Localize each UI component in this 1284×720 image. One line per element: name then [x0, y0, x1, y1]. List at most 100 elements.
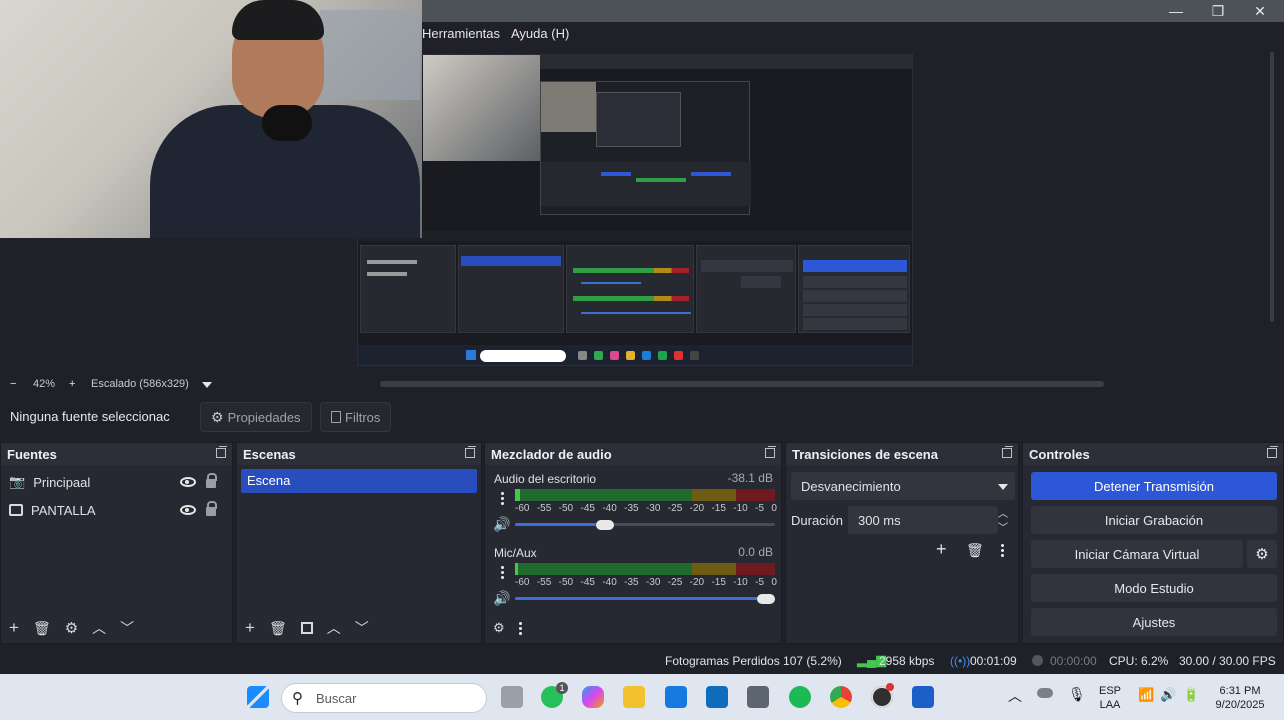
preview-scenes-panel [458, 245, 564, 333]
filters-button[interactable]: Filtros [320, 402, 392, 432]
task-view-icon[interactable] [501, 686, 523, 708]
bitrate: 2958 kbps [879, 654, 935, 668]
tick-label: -15 [711, 503, 726, 514]
chrome-icon[interactable] [830, 686, 852, 708]
undock-icon[interactable] [765, 446, 776, 458]
virtual-camera-settings-gear-icon[interactable]: ⚙ [1247, 540, 1277, 568]
undock-icon[interactable] [1002, 446, 1013, 458]
outlook-icon[interactable] [706, 686, 728, 708]
undock-icon[interactable] [465, 446, 476, 458]
onedrive-icon[interactable] [1037, 688, 1053, 698]
minimize-button[interactable]: — [1154, 0, 1198, 22]
add-icon[interactable]: + [9, 618, 19, 638]
filter-icon[interactable] [300, 622, 313, 634]
channel-menu-icon[interactable] [501, 565, 504, 579]
add-transition-icon[interactable]: + [936, 539, 947, 560]
scaling-dropdown-icon[interactable] [202, 382, 212, 388]
taskbar-search[interactable]: ⚲ Buscar [281, 683, 487, 713]
chevron-up-icon[interactable]: ︿ [1008, 686, 1022, 706]
duration-input[interactable]: 300 ms [848, 506, 998, 534]
chevron-down-icon[interactable]: ﹀ [355, 618, 369, 638]
tick-label: -5 [755, 577, 765, 588]
transition-select[interactable]: Desvanecimiento [791, 472, 1015, 500]
zoom-out-button[interactable]: − [10, 378, 16, 390]
mixer-menu-icon[interactable] [518, 621, 522, 635]
chevron-up-icon[interactable]: ︿ [327, 618, 341, 638]
close-button[interactable]: ✕ [1238, 0, 1282, 22]
controls-title: Controles [1023, 443, 1283, 465]
preview-horizontal-scrollbar[interactable] [380, 381, 1104, 387]
notification-badge: 1 [556, 682, 568, 694]
transition-menu-icon[interactable] [1001, 543, 1004, 557]
volume-icon[interactable]: 🔊 [1160, 687, 1176, 703]
preview-nested-menubar [540, 55, 912, 69]
lock-icon[interactable] [206, 501, 217, 516]
spotify-icon[interactable] [789, 686, 811, 708]
settings-button[interactable]: Ajustes [1031, 608, 1277, 636]
channel-db: -38.1 dB [727, 471, 773, 485]
trash-icon[interactable]: 🗑 [966, 542, 984, 559]
zoom-in-button[interactable]: + [69, 378, 75, 390]
mixer-title: Mezclador de audio [485, 443, 781, 465]
scenes-dock: Escenas Escena + 🗑 ︿ ﹀ [236, 442, 482, 644]
preview-vertical-scrollbar[interactable] [1270, 52, 1274, 322]
clock[interactable]: 6:31 PM 9/20/2025 [1208, 684, 1272, 712]
stepper-down-icon[interactable]: ﹀ [998, 519, 1008, 534]
studio-mode-button[interactable]: Modo Estudio [1031, 574, 1277, 602]
record-time: 00:00:00 [1050, 654, 1097, 668]
speaker-icon[interactable]: 🔊 [493, 517, 510, 531]
windows-start-icon[interactable] [247, 686, 269, 708]
menu-help[interactable]: Ayuda (H) [511, 26, 569, 41]
tick-label: -5 [755, 503, 765, 514]
gear-icon[interactable]: ⚙ [65, 619, 78, 637]
volume-slider-knob[interactable] [596, 520, 614, 530]
speaker-icon[interactable]: 🔊 [493, 591, 510, 605]
store-icon[interactable] [665, 686, 687, 708]
nested-scene [601, 172, 631, 176]
trash-icon[interactable]: 🗑 [33, 620, 51, 637]
undock-icon[interactable] [216, 446, 227, 458]
scene-item-selected[interactable]: Escena [241, 469, 477, 493]
properties-button[interactable]: ⚙ Propiedades [200, 402, 312, 432]
filter-icon [331, 411, 341, 423]
volume-slider-knob[interactable] [757, 594, 775, 604]
source-label: Principaal [33, 474, 91, 490]
lock-icon[interactable] [206, 473, 217, 488]
battery-icon[interactable]: 🔋 [1183, 687, 1199, 703]
source-label: PANTALLA [31, 502, 96, 518]
copilot-icon[interactable] [582, 686, 604, 708]
channel-menu-icon[interactable] [501, 491, 504, 505]
app-icon[interactable] [912, 686, 934, 708]
visibility-eye-icon[interactable] [180, 477, 196, 487]
meter-ticks: -60 -55 -50 -45 -40 -35 -30 -25 -20 -15 -10 -5 0 [515, 577, 777, 588]
preview-webcam-image [423, 55, 540, 161]
program-preview[interactable] [357, 54, 913, 366]
source-item[interactable]: PANTALLA [5, 497, 228, 523]
tick-label: -40 [602, 503, 617, 514]
microphone-icon[interactable]: 🎙 [1068, 686, 1086, 703]
start-virtual-camera-button[interactable]: Iniciar Cámara Virtual [1031, 540, 1243, 568]
visibility-eye-icon[interactable] [180, 505, 196, 515]
wifi-icon[interactable]: 📶 [1138, 687, 1154, 703]
language-indicator[interactable]: ESP LAA [1096, 684, 1124, 712]
nested-meter [636, 178, 686, 182]
chevron-up-icon[interactable]: ︿ [92, 618, 106, 638]
scenes-title: Escenas [237, 443, 481, 465]
tick-label: -10 [733, 503, 748, 514]
stop-streaming-button[interactable]: Detener Transmisión [1031, 472, 1277, 500]
source-item[interactable]: 📷 Principaal [5, 469, 228, 495]
calculator-icon[interactable] [747, 686, 769, 708]
chevron-down-icon[interactable]: ﹀ [120, 618, 134, 638]
start-recording-button[interactable]: Iniciar Grabación [1031, 506, 1277, 534]
record-icon [1032, 655, 1043, 666]
undock-icon[interactable] [1267, 446, 1278, 458]
add-icon[interactable]: + [245, 618, 255, 638]
menu-tools[interactable]: Herramientas [422, 26, 500, 41]
tick-label: -35 [624, 577, 639, 588]
stepper-up-icon[interactable]: ︿ [998, 505, 1008, 520]
file-explorer-icon[interactable] [623, 686, 645, 708]
restore-button[interactable]: ❐ [1196, 0, 1240, 22]
advanced-audio-icon[interactable]: ⚙ [493, 620, 505, 636]
trash-icon[interactable]: 🗑 [269, 620, 287, 637]
fps: 30.00 / 30.00 FPS [1179, 654, 1276, 668]
